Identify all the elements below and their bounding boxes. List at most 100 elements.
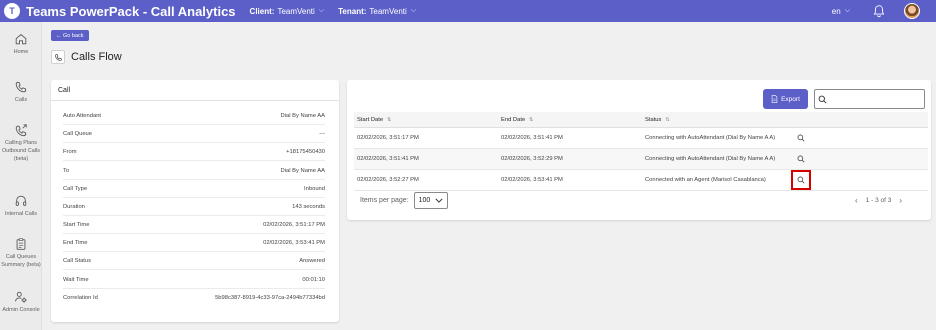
items-per-page-select[interactable]: 100 [413,191,448,209]
detail-value: +18175450430 [286,148,325,155]
call-details-card: Call Auto Attendant Dial By Name AA Call … [51,80,339,322]
detail-value: Inbound [304,185,325,192]
rail-label: (beta) [13,156,29,162]
cell-end-date: 02/02/2026, 3:53:41 PM [501,177,563,183]
detail-row: Call Status Answered [63,252,325,270]
detail-value: 02/02/2026, 3:53:41 PM [263,239,325,246]
app-logo-icon: T [4,3,20,19]
tenant-selector[interactable]: Tenant: TeamVenti ⌵ [338,7,416,16]
table-row: 02/02/2026, 3:51:41 PM 02/02/2026, 3:52:… [354,149,928,170]
app-title: Teams PowerPack - Call Analytics [26,3,236,19]
items-per-page-value: 100 [418,196,431,204]
client-label: Client: [249,6,275,16]
document-icon [771,95,778,103]
column-header-status[interactable]: Status ⇅ [642,112,786,128]
bell-icon[interactable] [872,4,886,18]
call-flow-card: Export Start Date ⇅ End Date ⇅ Status ⇅ 02/… [347,80,931,220]
previous-page-button[interactable]: ‹ [855,196,858,205]
rail-label: Outbound Calls [2,148,40,154]
clipboard-icon [16,238,26,250]
cell-status: Connected with an Agent (Marisol Casabla… [645,177,766,183]
client-selector[interactable]: Client: TeamVenti ⌵ [250,7,325,16]
detail-row: Call Type Inbound [63,180,325,198]
sort-icon: ⇅ [387,116,392,123]
cell-actions [786,149,928,169]
phone-icon [15,81,27,93]
detail-row: Start Time 02/02/2026, 3:51:17 PM [63,216,325,234]
phone-icon [51,50,65,64]
cell-actions [786,128,928,148]
sort-icon: ⇅ [529,116,534,123]
pagination: Items per page: 100 ‹ 1 - 3 of 3 › [354,190,924,210]
search-icon [797,176,805,184]
go-back-button[interactable]: ← Go back [51,30,89,41]
items-per-page-label: Items per page: [360,196,409,204]
rail-label: Calls [14,97,28,103]
side-rail: Home Calls Calling Plans Outbound Calls … [0,22,42,330]
rail-item-calls[interactable]: Calls [0,80,42,104]
view-details-button[interactable] [791,170,811,190]
tenant-label: Tenant: [338,6,367,16]
top-bar: T Teams PowerPack - Call Analytics Clien… [0,0,936,22]
rail-label: Internal Calls [4,211,38,217]
page-header: Calls Flow [51,50,122,64]
search-icon [797,134,805,142]
rail-label: Summary (beta) [1,262,41,268]
cell-end-date: 02/02/2026, 3:52:29 PM [501,156,563,162]
home-icon [15,34,27,45]
rail-label: Call Queues [5,254,37,260]
detail-label: End Time [63,239,88,246]
search-icon [818,95,827,103]
cell-actions [786,170,928,190]
search-input[interactable] [814,89,925,109]
detail-label: To [63,167,70,174]
export-button[interactable]: Export [763,89,808,109]
detail-row: Correlation Id 5b98c387-8919-4c33-97ca-24… [63,289,325,307]
detail-value: Dial By Name AA [280,112,325,119]
outbound-call-icon [15,124,27,137]
view-details-button[interactable] [791,149,811,169]
detail-label: Duration [63,203,85,210]
detail-value: Answered [299,257,325,264]
detail-row: Auto Attendant Dial By Name AA [63,107,325,125]
chevron-down-icon: ⌵ [410,7,417,14]
detail-label: From [63,148,77,155]
rail-item-call-queues[interactable]: Call Queues Summary (beta) [0,237,42,269]
language-selector[interactable]: en ⌵ [832,7,850,16]
cell-end-date: 02/02/2026, 3:51:41 PM [501,135,563,141]
rail-item-internal-calls[interactable]: Internal Calls [0,194,42,218]
cell-status: Connecting with AutoAttendant (Dial By N… [645,156,776,162]
rail-label: Admin Console [2,307,40,313]
admin-settings-icon [15,291,27,303]
cell-start-date: 02/02/2026, 3:52:27 PM [357,177,419,183]
column-header-end-date[interactable]: End Date ⇅ [498,112,642,128]
next-page-button[interactable]: › [899,196,902,205]
chevron-down-icon: ⌵ [318,7,325,14]
page-navigation: ‹ 1 - 3 of 3 › [847,196,910,205]
call-flow-table: Start Date ⇅ End Date ⇅ Status ⇅ 02/02/2026… [354,112,928,191]
page-range: 1 - 3 of 3 [865,196,892,204]
language-value: en [831,6,841,16]
chevron-down-icon: ⌵ [844,7,850,14]
detail-label: Call Queue [63,130,93,137]
detail-row: End Time 02/02/2026, 3:53:41 PM [63,234,325,252]
detail-label: Start Time [63,221,90,228]
headset-icon [15,195,27,206]
rail-item-outbound-calls[interactable]: Calling Plans Outbound Calls (beta) [0,123,42,163]
detail-value: Dial By Name AA [280,167,325,174]
detail-value: 00:01:10 [302,276,325,283]
avatar[interactable] [904,3,920,19]
client-value: TeamVenti [277,6,315,16]
rail-item-admin-console[interactable]: Admin Console [0,290,42,314]
detail-value: 02/02/2026, 3:51:17 PM [263,221,325,228]
detail-label: Wait Time [63,276,89,283]
detail-value: 5b98c387-8919-4c33-97ca-2494b77334bd [215,295,325,301]
rail-label: Home [13,49,29,55]
detail-row: Duration 143 seconds [63,198,325,216]
detail-row: Call Queue --- [63,125,325,143]
detail-row: Wait Time 00:01:10 [63,271,325,289]
detail-label: Call Type [63,185,88,192]
view-details-button[interactable] [791,128,811,148]
column-header-start-date[interactable]: Start Date ⇅ [354,112,498,128]
rail-item-home[interactable]: Home [0,32,42,56]
